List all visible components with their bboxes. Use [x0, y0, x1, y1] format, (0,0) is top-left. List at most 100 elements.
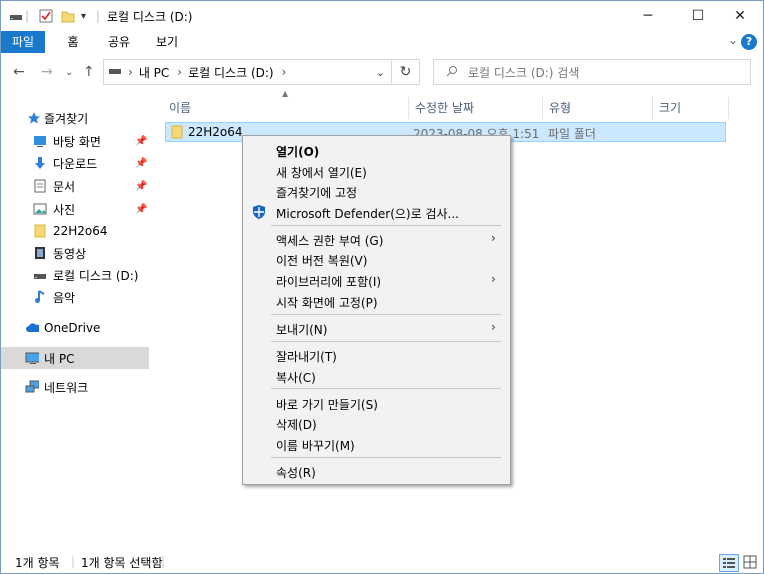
address-dropdown-icon[interactable]: ⌄: [376, 66, 385, 79]
selected-count: 1개 항목 선택함: [81, 556, 163, 570]
download-icon: [33, 156, 47, 170]
minimize-button[interactable]: ─: [625, 1, 671, 31]
menu-item-restore-previous[interactable]: 이전 버전 복원(V): [243, 249, 510, 269]
context-menu: 열기(O) 새 창에서 열기(E) 즐겨찾기에 고정 Microsoft Def…: [242, 135, 511, 485]
drive-icon: [33, 268, 47, 282]
address-bar[interactable]: › 내 PC › 로컬 디스크 (D:) › ⌄: [103, 59, 392, 85]
separator: |: [96, 9, 101, 23]
menu-item-open[interactable]: 열기(O): [243, 140, 510, 160]
sidebar-item-this-pc[interactable]: 내 PC: [1, 347, 149, 369]
menu-item-delete[interactable]: 삭제(D): [243, 413, 510, 433]
menu-item-pin-quick-access[interactable]: 즐겨찾기에 고정: [243, 181, 510, 201]
sidebar-item-network[interactable]: 네트워크: [1, 376, 149, 398]
title-bar: | ▾ | 로컬 디스크 (D:) ─ ☐ ✕: [1, 1, 763, 31]
video-icon: [33, 246, 47, 260]
explorer-window: | ▾ | 로컬 디스크 (D:) ─ ☐ ✕ 파일 홈 공유 보기 ⌄ ? ←…: [0, 0, 764, 574]
sidebar-item-quick-access[interactable]: 즐겨찾기: [1, 107, 149, 129]
close-button[interactable]: ✕: [717, 1, 763, 31]
breadcrumb-drive[interactable]: 로컬 디스크 (D:): [188, 64, 273, 81]
sidebar-item-local-disk[interactable]: 로컬 디스크 (D:): [1, 264, 149, 286]
sidebar-item-desktop[interactable]: 바탕 화면 📌: [1, 130, 149, 152]
breadcrumb-separator-icon: ›: [128, 65, 133, 79]
pc-icon: [25, 351, 39, 365]
file-name: 22H2o64: [188, 125, 243, 139]
column-header-name[interactable]: 이름: [163, 97, 409, 119]
defender-shield-icon: [251, 204, 267, 223]
sidebar-item-documents[interactable]: 문서 📌: [1, 175, 149, 197]
menu-item-open-new-window[interactable]: 새 창에서 열기(E): [243, 161, 510, 181]
music-icon: [33, 290, 47, 304]
forward-icon[interactable]: →: [41, 64, 53, 80]
menu-item-rename[interactable]: 이름 바꾸기(M): [243, 434, 510, 454]
breadcrumb-separator-icon: ›: [177, 65, 183, 79]
sidebar-item-pictures[interactable]: 사진 📌: [1, 198, 149, 220]
menu-item-include-library[interactable]: 라이브러리에 포함(I) ›: [243, 270, 510, 290]
column-header-size[interactable]: 크기: [653, 97, 729, 119]
menu-separator: [271, 388, 501, 389]
status-bar: 1개 항목 | 1개 항목 선택함 |: [1, 551, 763, 573]
up-icon[interactable]: ↑: [83, 64, 95, 80]
item-count: 1개 항목: [15, 556, 60, 570]
pin-icon[interactable]: 📌: [135, 181, 147, 192]
pictures-icon: [33, 202, 47, 216]
menu-item-create-shortcut[interactable]: 바로 가기 만들기(S): [243, 393, 510, 413]
help-icon[interactable]: ?: [741, 34, 757, 50]
menu-item-give-access[interactable]: 액세스 권한 부여 (G) ›: [243, 229, 510, 249]
details-view-icon[interactable]: [719, 554, 739, 572]
breadcrumb-separator-icon: ›: [281, 65, 287, 79]
tab-file[interactable]: 파일: [1, 31, 45, 53]
menu-item-cut[interactable]: 잘라내기(T): [243, 345, 510, 365]
file-type: 파일 폴더: [548, 127, 596, 141]
submenu-arrow-icon: ›: [491, 231, 496, 245]
new-folder-icon[interactable]: [61, 8, 75, 24]
sidebar-item-downloads[interactable]: 다운로드 📌: [1, 152, 149, 174]
menu-separator: [271, 314, 501, 315]
menu-separator: [271, 457, 501, 458]
tab-share[interactable]: 공유: [101, 31, 137, 53]
ribbon-expand-icon[interactable]: ⌄: [728, 33, 738, 47]
drive-small-icon: [9, 8, 23, 24]
sidebar-item-music[interactable]: 음악: [1, 286, 149, 308]
ribbon-tabs: 파일 홈 공유 보기 ⌄ ?: [1, 31, 763, 53]
separator: |: [25, 9, 30, 23]
status-separator: |: [71, 554, 76, 568]
search-icon: [446, 65, 458, 80]
search-box[interactable]: 로컬 디스크 (D:) 검색: [433, 59, 751, 85]
address-row: ← → ⌄ ↑ › 내 PC › 로컬 디스크 (D:) › ⌄ ↻ 로컬 디스…: [1, 55, 763, 91]
document-icon: [33, 179, 47, 193]
submenu-arrow-icon: ›: [491, 320, 496, 334]
menu-separator: [271, 225, 501, 226]
large-icons-view-icon[interactable]: [741, 554, 761, 572]
recent-dropdown-icon[interactable]: ⌄: [65, 67, 73, 78]
pin-icon[interactable]: 📌: [135, 204, 147, 215]
menu-item-defender-scan[interactable]: Microsoft Defender(으)로 검사...: [243, 202, 510, 222]
menu-item-send-to[interactable]: 보내기(N) ›: [243, 318, 510, 338]
properties-icon[interactable]: [39, 8, 53, 24]
back-icon[interactable]: ←: [13, 64, 25, 80]
search-placeholder: 로컬 디스크 (D:) 검색: [468, 65, 580, 80]
sidebar-item-videos[interactable]: 동영상: [1, 242, 149, 264]
refresh-button[interactable]: ↻: [392, 59, 420, 85]
drive-icon: [108, 65, 122, 79]
star-icon: [27, 111, 41, 125]
status-separator: |: [161, 554, 166, 568]
sidebar-item-onedrive[interactable]: OneDrive: [1, 317, 149, 339]
column-header-type[interactable]: 유형: [543, 97, 653, 119]
window-title: 로컬 디스크 (D:): [107, 10, 193, 24]
navigation-pane: 즐겨찾기 바탕 화면 📌 다운로드 📌 문서 📌 사진 📌 22H2o64 동영…: [1, 93, 151, 549]
sidebar-item-22h2o64[interactable]: 22H2o64: [1, 220, 149, 242]
qa-dropdown-icon[interactable]: ▾: [81, 8, 86, 24]
menu-item-copy[interactable]: 복사(C): [243, 366, 510, 386]
maximize-button[interactable]: ☐: [675, 1, 721, 31]
pin-icon[interactable]: 📌: [135, 136, 147, 147]
menu-item-pin-start[interactable]: 시작 화면에 고정(P): [243, 291, 510, 311]
pin-icon[interactable]: 📌: [135, 158, 147, 169]
folder-icon: [33, 224, 47, 238]
breadcrumb-pc[interactable]: 내 PC: [139, 64, 169, 81]
tab-view[interactable]: 보기: [149, 31, 185, 53]
folder-icon: [170, 124, 184, 143]
column-header-modified[interactable]: 수정한 날짜: [409, 97, 543, 119]
tab-home[interactable]: 홈: [57, 31, 89, 53]
menu-item-properties[interactable]: 속성(R): [243, 461, 510, 481]
network-icon: [25, 380, 39, 394]
